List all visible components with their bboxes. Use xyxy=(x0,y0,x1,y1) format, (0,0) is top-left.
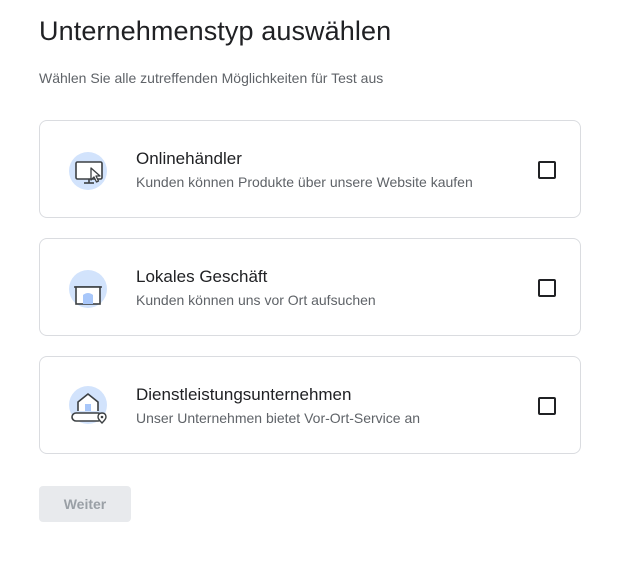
option-card-service-business[interactable]: Dienstleistungsunternehmen Unser Unterne… xyxy=(39,356,581,454)
option-description: Unser Unternehmen bietet Vor-Ort-Service… xyxy=(136,410,421,426)
option-description: Kunden können uns vor Ort aufsuchen xyxy=(136,292,376,308)
option-checkbox-service-business[interactable] xyxy=(538,397,556,415)
option-title: Lokales Geschäft xyxy=(136,267,268,286)
option-title: Onlinehändler xyxy=(136,149,242,168)
option-checkbox-online-retailer[interactable] xyxy=(538,161,556,179)
business-type-page: Unternehmenstyp auswählen Wählen Sie all… xyxy=(0,0,631,563)
option-checkbox-local-store[interactable] xyxy=(538,279,556,297)
page-title: Unternehmenstyp auswählen xyxy=(39,16,392,46)
option-card-online-retailer[interactable]: Onlinehändler Kunden können Produkte übe… xyxy=(39,120,581,218)
house-location-icon xyxy=(68,383,112,431)
next-button[interactable]: Weiter xyxy=(39,486,131,522)
option-title: Dienstleistungsunternehmen xyxy=(136,385,352,404)
option-description: Kunden können Produkte über unsere Websi… xyxy=(136,174,473,190)
online-shop-monitor-icon xyxy=(68,147,112,195)
storefront-icon xyxy=(68,265,112,313)
option-card-local-store[interactable]: Lokales Geschäft Kunden können uns vor O… xyxy=(39,238,581,336)
page-subtitle: Wählen Sie alle zutreffenden Möglichkeit… xyxy=(39,70,384,86)
